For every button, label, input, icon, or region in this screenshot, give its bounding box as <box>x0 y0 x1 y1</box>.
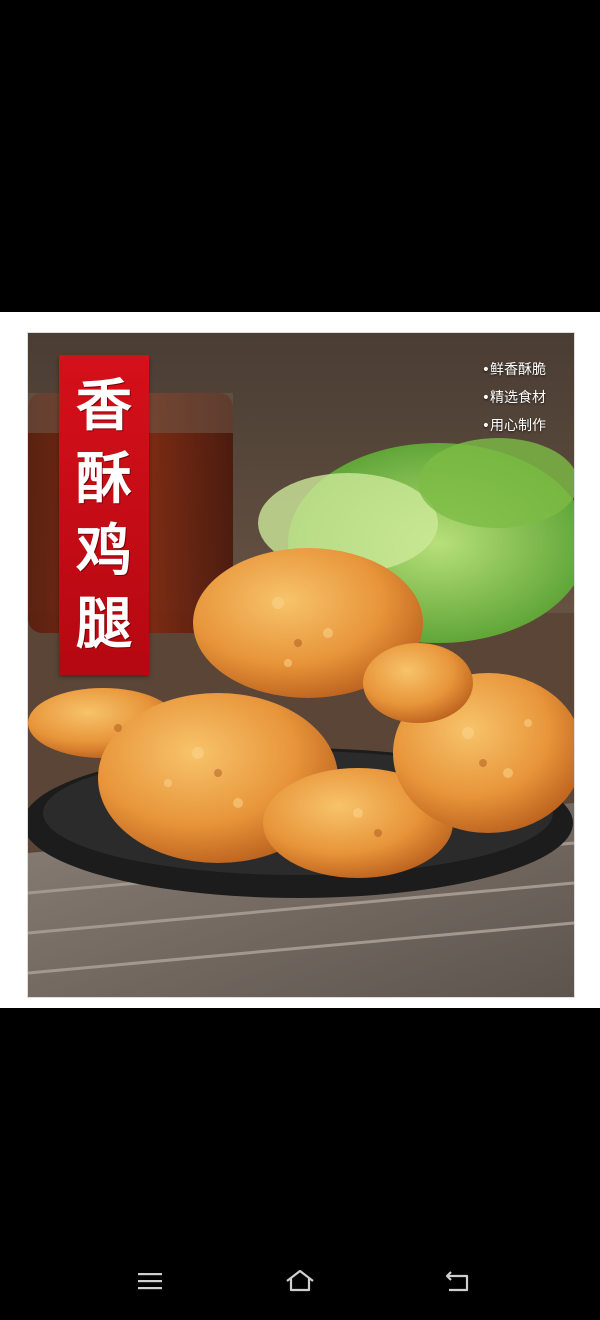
feature-item: •用心制作 <box>481 418 546 434</box>
image-viewer[interactable]: 香 酥 鸡 腿 •鲜香酥脆 •精选食材 •用心制作 <box>0 312 600 1008</box>
feature-item: •鲜香酥脆 <box>481 362 546 378</box>
fried-chicken-photo[interactable]: 香 酥 鸡 腿 •鲜香酥脆 •精选食材 •用心制作 <box>27 332 575 998</box>
feature-item: •精选食材 <box>481 390 546 406</box>
screen: 香 酥 鸡 腿 •鲜香酥脆 •精选食材 •用心制作 <box>0 0 600 1320</box>
feature-list: •鲜香酥脆 •精选食材 •用心制作 <box>482 361 546 435</box>
back-icon[interactable] <box>438 1266 478 1296</box>
title-char: 酥 <box>76 445 132 512</box>
home-icon[interactable] <box>280 1266 320 1296</box>
title-banner: 香 酥 鸡 腿 <box>59 355 149 675</box>
title-char: 香 <box>76 372 132 439</box>
menu-icon[interactable] <box>130 1266 170 1296</box>
system-navigation-bar <box>0 1240 600 1320</box>
title-char: 鸡 <box>76 518 132 585</box>
title-char: 腿 <box>76 591 132 658</box>
